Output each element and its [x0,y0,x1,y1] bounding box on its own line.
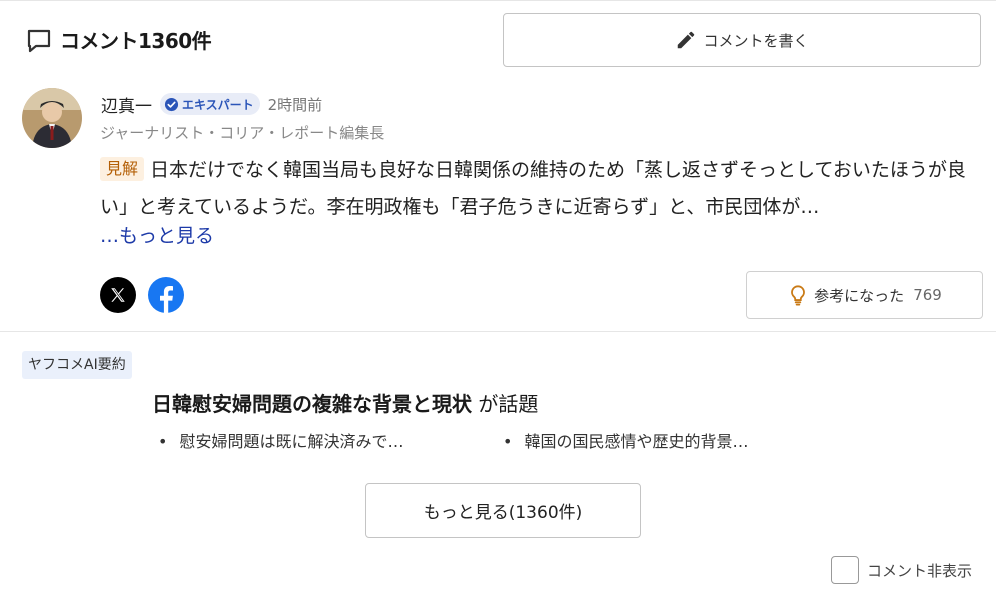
comment-body-text: 日本だけでなく韓国当局も良好な日韓関係の維持のため「蒸し返さずそっとしておいたほ… [100,159,966,218]
ai-summary-title-suffix: が話題 [472,392,539,416]
opinion-tag: 見解 [100,157,145,181]
comment-icon [27,29,51,53]
read-more-link[interactable]: …もっと見る [100,222,214,250]
verified-icon [164,97,179,111]
author-title: ジャーナリスト・コリア・レポート編集長 [100,124,385,142]
pencil-icon [678,31,695,49]
ai-summary-title: 日韓慰安婦問題の複雑な背景と現状 が話題 [152,389,538,419]
write-comment-label: コメントを書く [703,31,809,50]
ai-summary-bullet: 韓国の国民感情や歴史的背景… [503,430,748,454]
hide-comments-toggle[interactable]: コメント非表示 [831,556,972,584]
comment-text: 見解 日本だけでなく韓国当局も良好な日韓関係の維持のため「蒸し返さずそっとしておい… [100,152,980,226]
section-divider [0,331,996,332]
helpful-button[interactable]: 参考になった 769 [746,271,983,319]
more-comments-button[interactable]: もっと見る(1360件) [365,483,641,538]
hide-comments-checkbox[interactable] [831,556,859,584]
ai-summary-topic: 日韓慰安婦問題の複雑な背景と現状 [152,392,472,416]
comment-time: 2時間前 [267,95,323,114]
share-x-button[interactable] [100,277,136,313]
facebook-icon[interactable] [148,277,184,313]
author-name[interactable]: 辺真一 [101,92,152,117]
lightbulb-icon [791,285,806,306]
ai-summary-bullet: 慰安婦問題は既に解決済みで… [158,430,403,454]
x-logo-icon [111,288,125,302]
helpful-count: 769 [913,286,942,304]
top-divider [0,0,996,1]
expert-badge: エキスパート [160,93,260,115]
comment-count-title: コメント1360件 [60,29,212,53]
expert-badge-label: エキスパート [182,97,254,112]
ai-summary-label: ヤフコメAI要約 [22,351,132,379]
hide-comments-label: コメント非表示 [867,561,973,580]
helpful-label: 参考になった [814,286,905,305]
author-row: 辺真一 エキスパート 2時間前 [101,92,323,117]
write-comment-button[interactable]: コメントを書く [503,13,981,67]
avatar[interactable] [22,88,82,148]
